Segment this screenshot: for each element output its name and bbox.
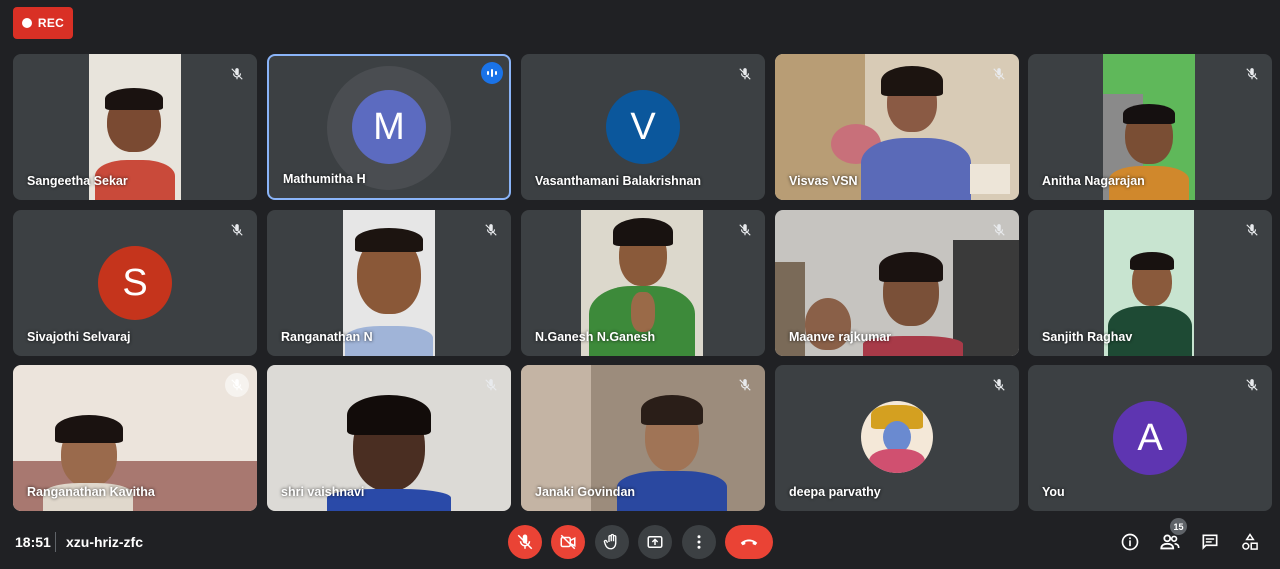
divider xyxy=(55,532,56,552)
participant-name: Ranganathan N xyxy=(281,330,373,344)
people-count-badge: 15 xyxy=(1170,518,1187,535)
participant-tile[interactable]: Ranganathan Kavitha xyxy=(13,365,257,511)
mic-muted-icon xyxy=(987,373,1011,397)
participant-tile[interactable]: Sangeetha Sekar xyxy=(13,54,257,200)
mic-muted-icon xyxy=(479,373,503,397)
participant-tile[interactable]: Sanjith Raghav xyxy=(1028,210,1272,356)
mic-muted-icon xyxy=(225,218,249,242)
control-bar: 18:51 xzu-hriz-zfc 15 xyxy=(0,518,1280,569)
avatar: A xyxy=(1113,401,1187,475)
mic-muted-icon xyxy=(733,373,757,397)
participant-tile[interactable]: Maanve rajkumar xyxy=(775,210,1019,356)
chat-icon xyxy=(1202,534,1218,550)
mic-muted-icon xyxy=(733,218,757,242)
camera-toggle-button[interactable] xyxy=(551,525,585,559)
mic-off-icon xyxy=(517,534,533,550)
mic-muted-icon xyxy=(733,62,757,86)
participant-tile[interactable]: M Mathumitha H xyxy=(267,54,511,200)
mic-muted-icon xyxy=(1240,373,1264,397)
participant-tile[interactable]: V Vasanthamani Balakrishnan xyxy=(521,54,765,200)
mic-muted-icon xyxy=(987,62,1011,86)
participant-name: shri vaishnavi xyxy=(281,485,365,499)
mic-muted-icon xyxy=(225,62,249,86)
participant-name: Janaki Govindan xyxy=(535,485,636,499)
participant-name: Maanve rajkumar xyxy=(789,330,892,344)
chat-button[interactable] xyxy=(1198,530,1222,554)
raise-hand-button[interactable] xyxy=(595,525,629,559)
participant-tile[interactable]: shri vaishnavi xyxy=(267,365,511,511)
avatar-initial: S xyxy=(122,261,148,304)
participant-name: Vasanthamani Balakrishnan xyxy=(535,174,702,188)
avatar: M xyxy=(352,90,426,164)
more-vert-icon xyxy=(697,535,701,549)
mic-muted-icon xyxy=(1240,218,1264,242)
mic-muted-icon xyxy=(225,373,249,397)
participant-name: Sivajothi Selvaraj xyxy=(27,330,131,344)
hand-icon xyxy=(603,533,617,550)
mic-toggle-button[interactable] xyxy=(508,525,542,559)
participant-name: Ranganathan Kavitha xyxy=(27,485,155,499)
info-icon xyxy=(1121,533,1139,551)
more-options-button[interactable] xyxy=(682,525,716,559)
avatar: S xyxy=(98,246,172,320)
participant-tile[interactable]: Anitha Nagarajan xyxy=(1028,54,1272,200)
mic-muted-icon xyxy=(479,218,503,242)
avatar-initial: M xyxy=(373,105,405,148)
avatar-initial: V xyxy=(630,105,656,148)
participant-name: Mathumitha H xyxy=(283,172,366,186)
call-end-icon xyxy=(740,539,758,546)
participant-name: Anitha Nagarajan xyxy=(1042,174,1145,188)
camera-off-icon xyxy=(560,534,576,550)
participant-tile[interactable]: N.Ganesh N.Ganesh xyxy=(521,210,765,356)
activities-button[interactable] xyxy=(1238,530,1262,554)
meeting-code: xzu-hriz-zfc xyxy=(66,534,143,550)
recording-indicator: REC xyxy=(13,7,73,39)
mic-muted-icon xyxy=(1240,62,1264,86)
avatar: V xyxy=(606,90,680,164)
present-screen-button[interactable] xyxy=(638,525,672,559)
participant-name: N.Ganesh N.Ganesh xyxy=(535,330,656,344)
record-dot-icon xyxy=(21,18,32,28)
activities-icon xyxy=(1242,533,1258,550)
present-icon xyxy=(647,536,663,548)
participant-name: deepa parvathy xyxy=(789,485,881,499)
meeting-time: 18:51 xyxy=(15,534,51,550)
participant-tile[interactable]: A You xyxy=(1028,365,1272,511)
participant-tile[interactable]: deepa parvathy xyxy=(775,365,1019,511)
participant-tile[interactable]: Ranganathan N xyxy=(267,210,511,356)
participant-name: Visvas VSN xyxy=(789,174,858,188)
profile-picture xyxy=(861,401,933,473)
meeting-details-button[interactable] xyxy=(1118,530,1142,554)
mic-muted-icon xyxy=(987,218,1011,242)
participant-name: Sanjith Raghav xyxy=(1042,330,1133,344)
participant-tile[interactable]: Visvas VSN xyxy=(775,54,1019,200)
avatar-initial: A xyxy=(1137,416,1163,459)
participant-name: Sangeetha Sekar xyxy=(27,174,128,188)
participant-name: You xyxy=(1042,485,1065,499)
leave-call-button[interactable] xyxy=(725,525,773,559)
participant-tile[interactable]: S Sivajothi Selvaraj xyxy=(13,210,257,356)
recording-label: REC xyxy=(37,16,65,30)
speaking-icon xyxy=(481,62,503,84)
participant-tile[interactable]: Janaki Govindan xyxy=(521,365,765,511)
